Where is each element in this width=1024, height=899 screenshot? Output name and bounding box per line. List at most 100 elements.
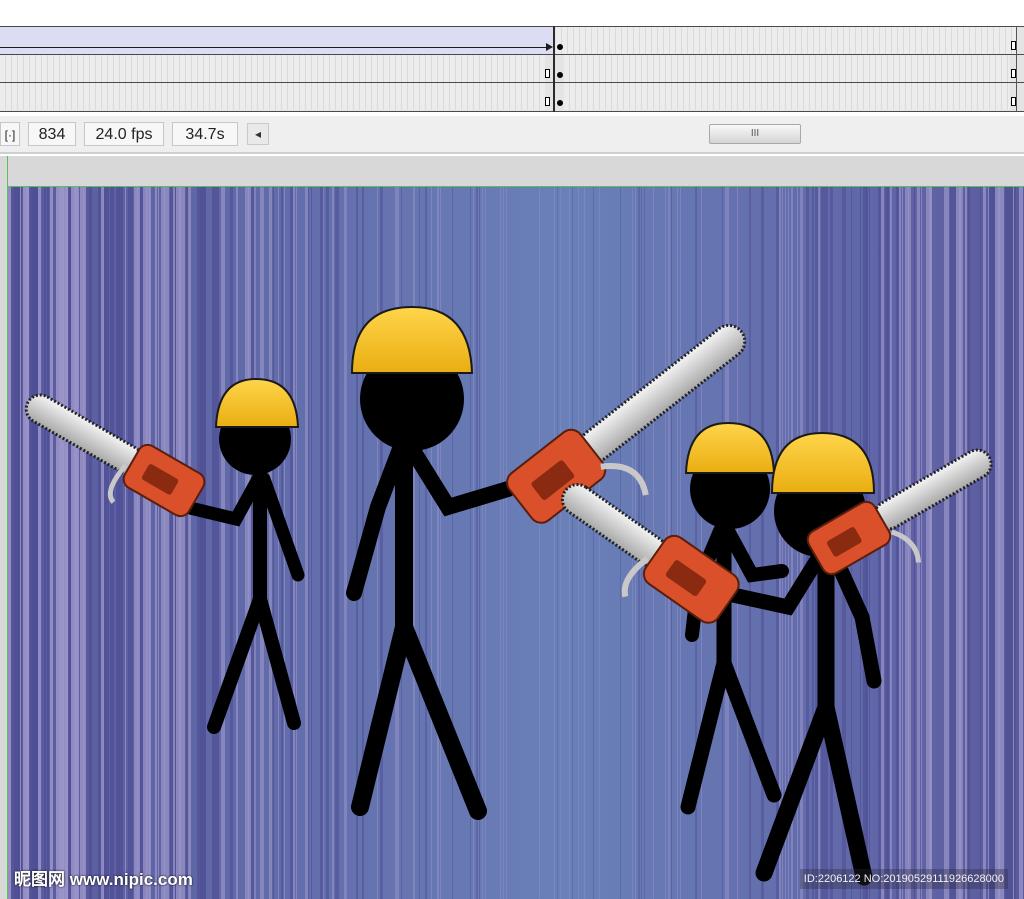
speed-line (236, 187, 238, 899)
speed-line (218, 187, 219, 899)
timeline-layer-1[interactable] (0, 26, 1024, 54)
frame-cells[interactable] (564, 83, 1010, 110)
speed-line (173, 187, 175, 899)
speed-line (335, 187, 339, 899)
speed-line (761, 187, 764, 899)
speed-line (125, 187, 126, 899)
speed-line (506, 187, 507, 899)
timeline-layer-2[interactable] (0, 54, 1024, 82)
speed-line (380, 187, 383, 899)
watermark-id: ID:2206122 NO:20190529111926628000 (799, 869, 1008, 889)
elapsed-time-field: 34.7s (172, 122, 238, 146)
speed-line (569, 187, 570, 899)
speed-line (47, 187, 49, 899)
speed-line (896, 187, 899, 899)
speed-line (44, 187, 46, 899)
speed-line (149, 187, 151, 899)
speed-line (557, 187, 558, 899)
speed-line (119, 187, 120, 899)
horizontal-scrollbar[interactable] (272, 126, 1020, 144)
speed-line (311, 187, 312, 899)
empty-keyframe-marker[interactable] (545, 69, 550, 78)
speed-line (38, 187, 41, 899)
speed-line (74, 187, 78, 899)
speed-line (701, 187, 702, 899)
speed-line (107, 187, 109, 899)
speed-line (377, 187, 378, 899)
speed-line (296, 187, 297, 899)
speed-line (308, 187, 309, 899)
speed-line (50, 187, 53, 899)
speed-line (917, 187, 922, 899)
speed-line (485, 187, 486, 899)
keyframe-marker[interactable] (557, 100, 563, 106)
speed-line (230, 187, 233, 899)
playhead[interactable] (553, 26, 555, 112)
speed-line (164, 187, 169, 899)
timeline-layer-3[interactable] (0, 82, 1024, 112)
speed-line (914, 187, 915, 899)
keyframe-marker[interactable] (557, 72, 563, 78)
speed-line (323, 187, 324, 899)
speed-line (899, 187, 901, 899)
speed-line (482, 187, 483, 899)
speed-line (86, 187, 92, 899)
speed-line (413, 187, 415, 899)
speed-line (431, 187, 432, 899)
speed-line (593, 187, 594, 899)
scrollbar-thumb[interactable]: III (709, 124, 801, 144)
speed-line (128, 187, 133, 899)
frame-cells[interactable] (0, 55, 545, 82)
speed-line (503, 187, 504, 899)
frame-cells[interactable] (556, 27, 1016, 54)
speed-line (179, 187, 181, 899)
speed-line (419, 187, 420, 899)
speed-line (20, 187, 21, 899)
speed-line (344, 187, 347, 899)
timeline-divider (1016, 26, 1017, 112)
speed-line (782, 187, 783, 899)
speed-line (113, 187, 114, 899)
speed-line (539, 187, 540, 899)
speed-line (1013, 187, 1014, 899)
tween-arrow-line (0, 47, 548, 48)
speed-line (17, 187, 20, 899)
frame-rate-field[interactable]: 24.0 fps (84, 122, 164, 146)
speed-line (155, 187, 157, 899)
scroll-left-icon[interactable]: ◂ (247, 123, 269, 145)
empty-keyframe-marker[interactable] (545, 97, 550, 106)
frame-cells[interactable] (564, 55, 1010, 82)
speed-line (278, 187, 279, 899)
speed-line (944, 187, 949, 899)
speed-line (959, 187, 963, 899)
speed-line (554, 187, 555, 899)
keyframe-marker[interactable] (557, 44, 563, 50)
speed-line (965, 187, 967, 899)
speed-line (425, 187, 427, 899)
speed-line (749, 187, 751, 899)
speed-line (968, 187, 970, 899)
speed-line (188, 187, 191, 899)
motion-tween-span[interactable] (0, 27, 554, 54)
speed-line (203, 187, 206, 899)
speed-line (305, 187, 308, 899)
timeline-status-bar: [·] 834 24.0 fps 34.7s ◂ III (0, 116, 1024, 154)
speed-line (578, 187, 579, 899)
speed-line (326, 187, 329, 899)
current-frame-field[interactable]: 834 (28, 122, 76, 146)
speed-line (560, 187, 561, 899)
stage-canvas[interactable] (8, 187, 1024, 899)
speed-line (1004, 187, 1011, 899)
speed-line (437, 187, 439, 899)
speed-line (998, 187, 1000, 899)
speed-line (584, 187, 585, 899)
center-frame-icon[interactable]: [·] (0, 122, 20, 146)
speed-line (272, 187, 274, 899)
speed-line (986, 187, 988, 899)
speed-line (920, 187, 921, 899)
speed-line (890, 187, 892, 899)
speed-line (221, 187, 225, 899)
timeline-panel[interactable] (0, 26, 1024, 112)
frame-cells[interactable] (0, 83, 545, 110)
speed-line (902, 187, 903, 899)
